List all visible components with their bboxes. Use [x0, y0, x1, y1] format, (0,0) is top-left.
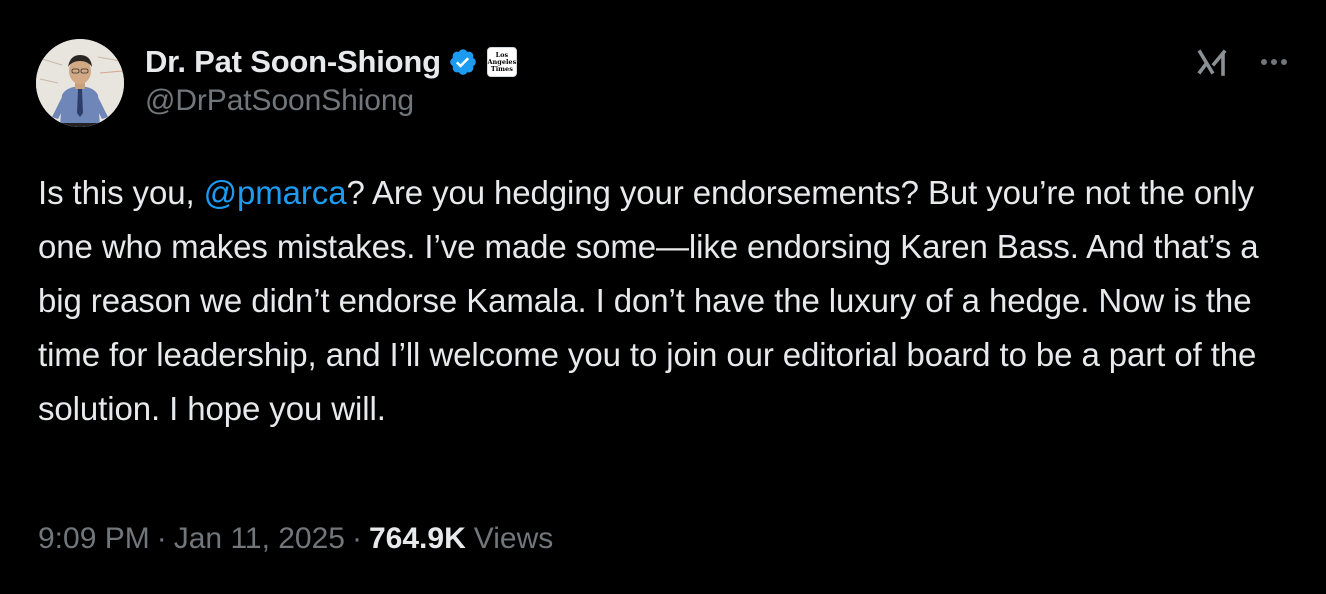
tweet-text: Is this you, @pmarca? Are you hedging yo…	[38, 166, 1298, 436]
affiliate-badge-text: Los Angeles Times	[487, 50, 517, 73]
views-label[interactable]: Views	[474, 522, 553, 556]
author-handle[interactable]: @DrPatSoonShiong	[145, 84, 517, 118]
mention-link[interactable]: @pmarca	[204, 174, 347, 211]
tweet-text-after-mention: ? Are you hedging your endorsements? But…	[38, 174, 1259, 427]
tweet-text-before-mention: Is this you,	[38, 174, 204, 211]
author-name-row: Dr. Pat Soon-Shiong Los Angeles Times	[145, 42, 517, 82]
views-count[interactable]: 764.9K	[369, 522, 466, 556]
tweet-date[interactable]: Jan 11, 2025	[174, 522, 345, 556]
grok-icon[interactable]	[1195, 44, 1231, 80]
meta-separator: ·	[352, 522, 362, 555]
author-avatar[interactable]	[36, 39, 124, 127]
tweet-card: Dr. Pat Soon-Shiong Los Angeles Times @D…	[0, 0, 1326, 594]
author-display-name[interactable]: Dr. Pat Soon-Shiong	[145, 44, 441, 80]
meta-separator: ·	[156, 522, 167, 555]
tweet-time[interactable]: 9:09 PM	[38, 522, 150, 556]
verified-badge-icon[interactable]	[448, 47, 478, 77]
author-header: Dr. Pat Soon-Shiong Los Angeles Times @D…	[145, 42, 517, 118]
affiliate-badge-icon[interactable]: Los Angeles Times	[486, 47, 517, 77]
tweet-meta: 9:09 PM · Jan 11, 2025 · 764.9K Views	[38, 522, 553, 556]
more-options-icon[interactable]	[1254, 44, 1294, 80]
